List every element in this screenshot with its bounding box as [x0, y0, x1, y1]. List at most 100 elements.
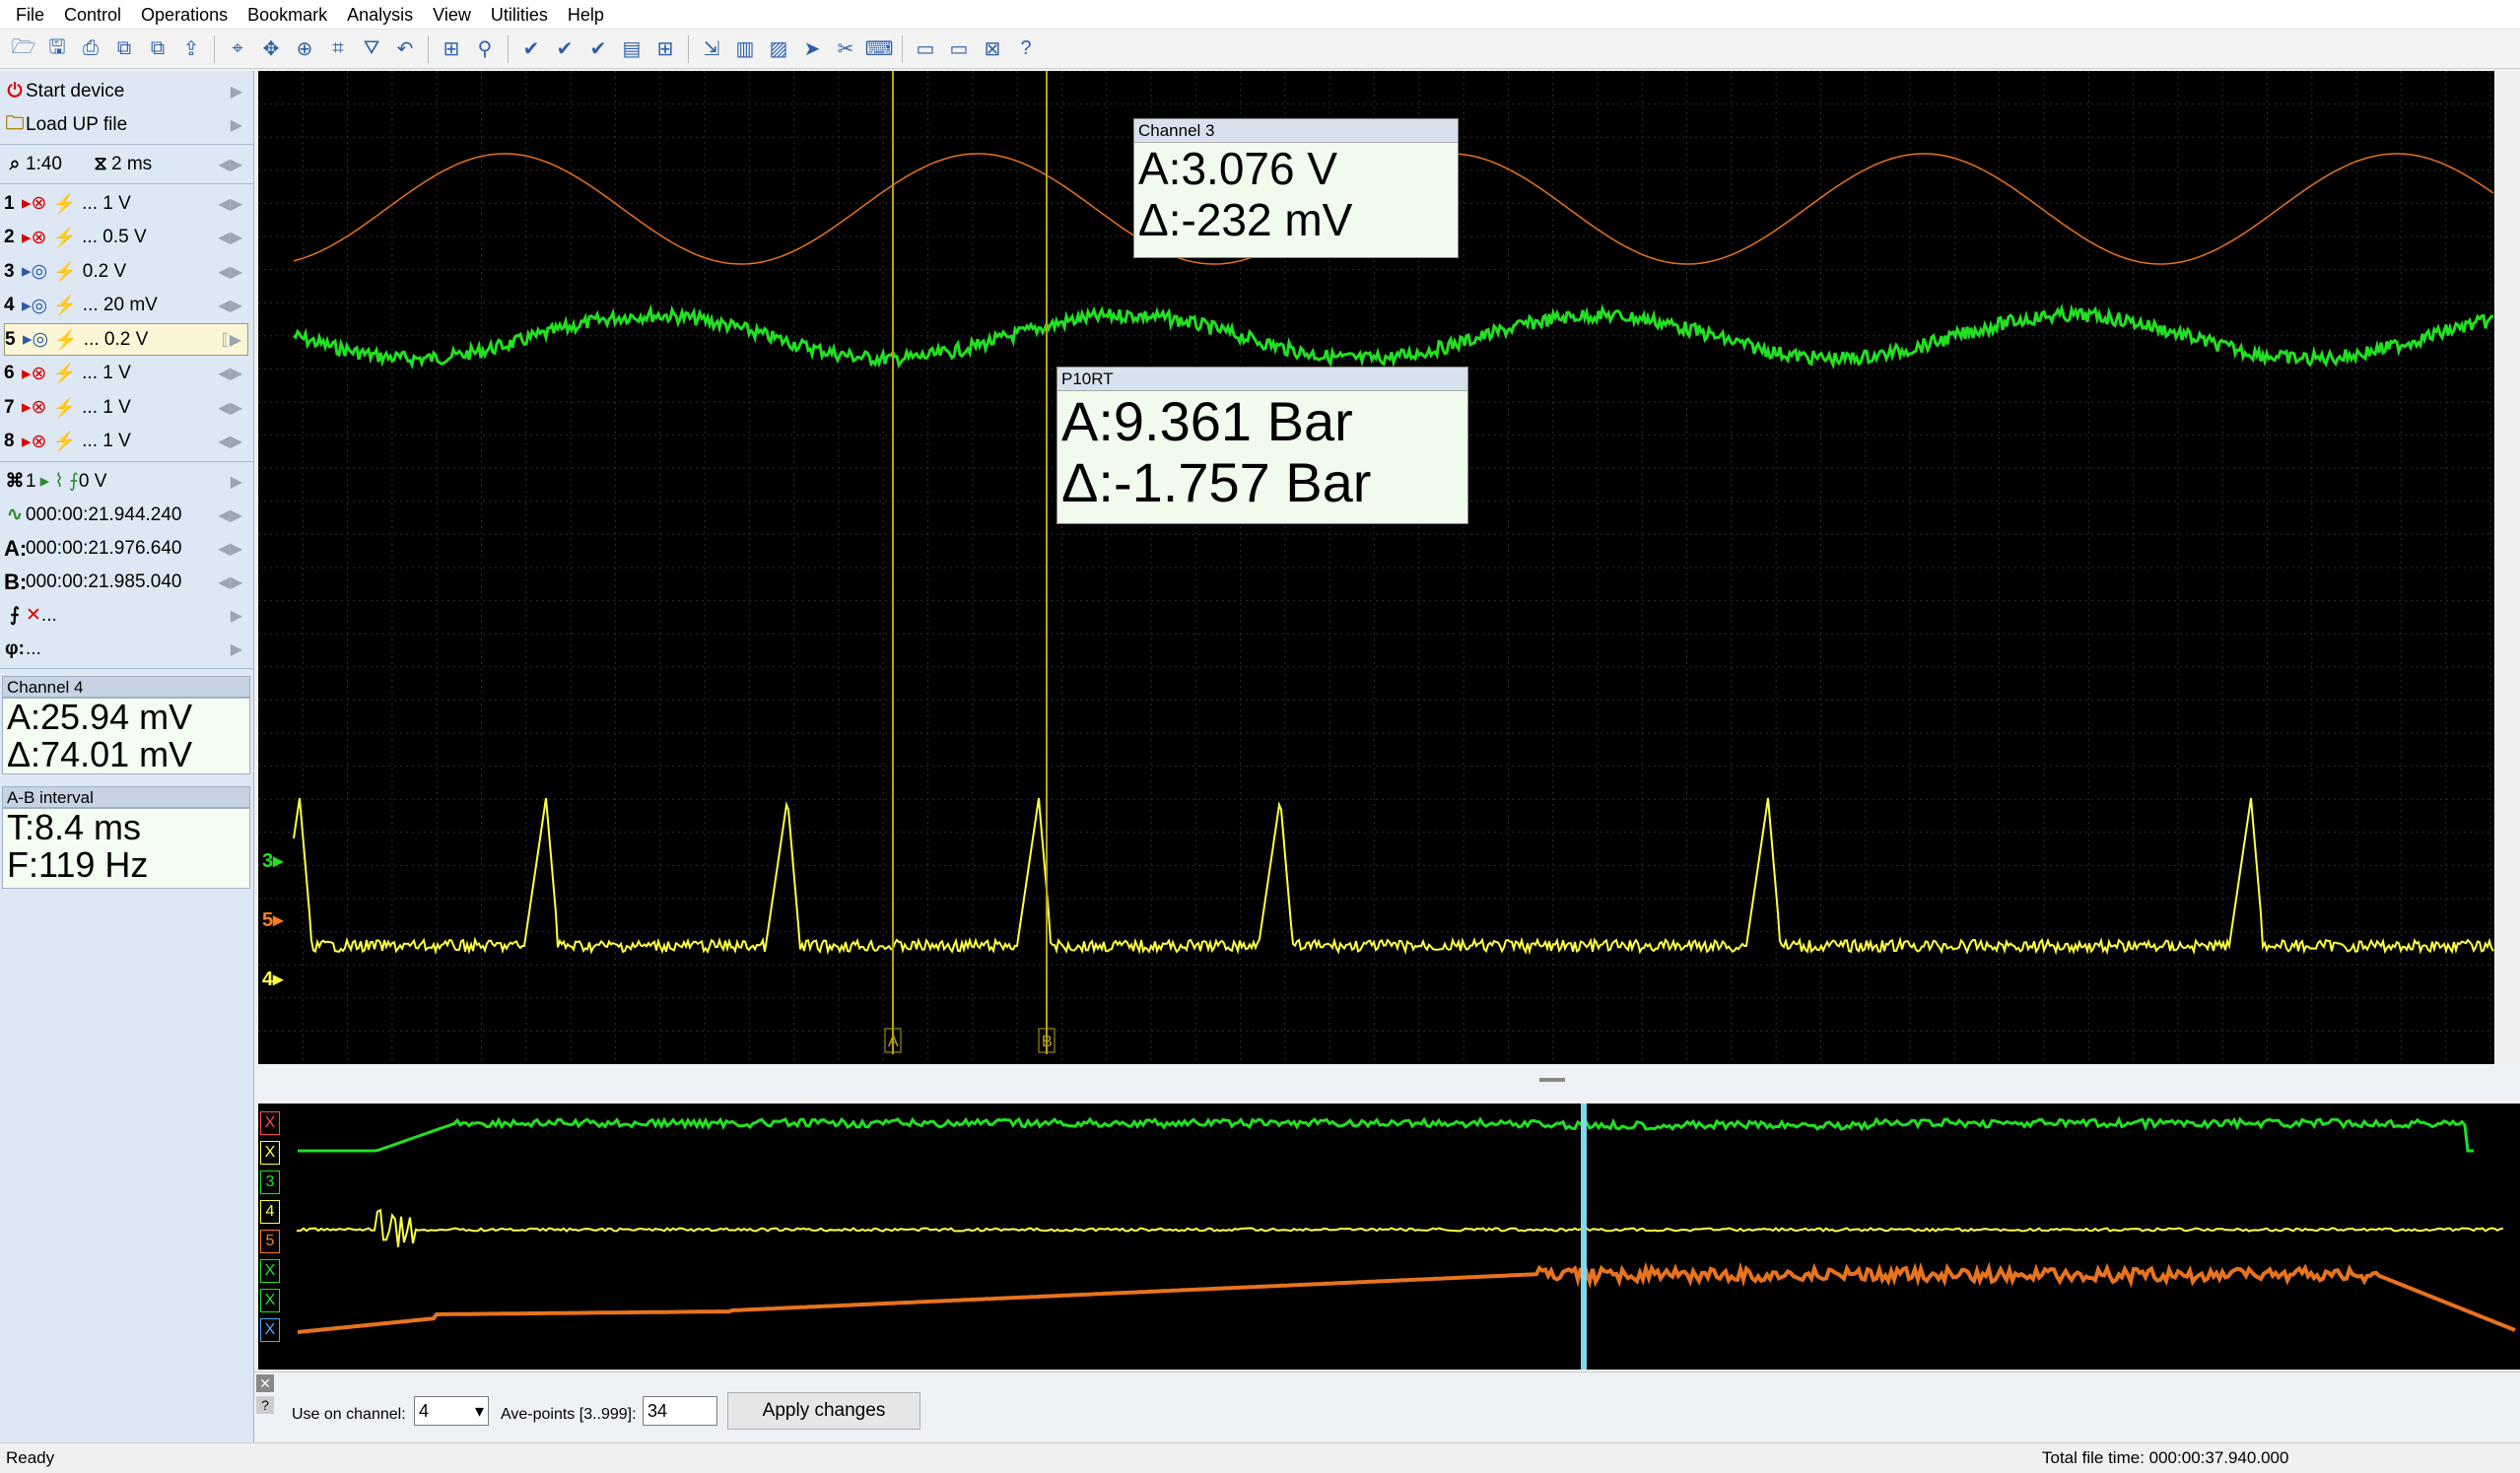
arrows-icon[interactable]: ◀▶ [218, 194, 242, 214]
overview-channel-4[interactable]: 4 [260, 1200, 280, 1224]
channel-select[interactable]: 4 ▾ [414, 1396, 489, 1426]
overview-channel-5[interactable]: 5 [260, 1230, 280, 1253]
channel3-readout[interactable]: Channel 3 A:3.076 V Δ:-232 mV [1133, 118, 1459, 258]
menu-control[interactable]: Control [54, 0, 131, 30]
menu-view[interactable]: View [423, 0, 481, 30]
check-down-icon[interactable]: ✔ [582, 33, 614, 65]
pin-icon[interactable]: ⚲ [469, 33, 501, 65]
p10rt-readout[interactable]: P10RT A:9.361 Bar Δ:-1.757 Bar [1056, 367, 1468, 524]
close-frame-icon[interactable]: ⊠ [977, 33, 1008, 65]
filter-icon[interactable]: ⛛ [356, 33, 387, 65]
channel-on-icon[interactable]: ▸◎ [23, 328, 48, 351]
overview-channel-8[interactable]: X [260, 1318, 280, 1342]
channel-off-icon[interactable]: ▸⊗ [22, 227, 46, 249]
layout-icon[interactable]: ⊞ [436, 33, 467, 65]
cursor-b-row[interactable]: B: 000:00:21.985.040 ◀▶ [4, 566, 248, 598]
menu-bookmark[interactable]: Bookmark [238, 0, 337, 30]
zoom-icon[interactable]: ⊕ [289, 33, 320, 65]
arrow-icon[interactable]: ➤ [796, 33, 828, 65]
channel-off-icon[interactable]: ▸⊗ [22, 431, 46, 453]
overview-channel-3[interactable]: 3 [260, 1171, 280, 1194]
trigger-row[interactable]: ⌘ 1 ▸ ⌇ ⨍ 0 V ▶ [4, 465, 248, 498]
palette-icon[interactable]: ▨ [763, 33, 794, 65]
menu-file[interactable]: File [6, 0, 54, 30]
scale-icon[interactable]: ⇲ [696, 33, 727, 65]
menu-analysis[interactable]: Analysis [337, 0, 423, 30]
math-row[interactable]: ⨍ ✕ ... ▶ [4, 599, 248, 632]
channel-row-1[interactable]: 1 ▸⊗ ⚡ ... 1 V ◀▶ [4, 187, 248, 220]
channel-row-2[interactable]: 2 ▸⊗ ⚡ ... 0.5 V ◀▶ [4, 222, 248, 254]
check-all-icon[interactable]: ✔ [549, 33, 580, 65]
start-device-button[interactable]: ⏻ Start device ▶ [4, 75, 248, 107]
frame-icon[interactable]: ▭ [910, 33, 941, 65]
arrows-icon[interactable]: ◀▶ [218, 228, 242, 247]
channel-row-6[interactable]: 6 ▸⊗ ⚡ ... 1 V ◀▶ [4, 358, 248, 390]
channel-row-7[interactable]: 7 ▸⊗ ⚡ ... 1 V ◀▶ [4, 391, 248, 424]
channel-number: 3 [4, 260, 15, 282]
time-ref-row[interactable]: ∿ 000:00:21.944.240 ◀▶ [4, 499, 248, 531]
coupling-icon[interactable]: ⚡ [52, 192, 76, 216]
cut-icon[interactable]: ✂ [830, 33, 861, 65]
arrows-icon[interactable]: ◀▶ [218, 364, 242, 383]
channel-row-5[interactable]: 5 ▸◎ ⚡... 0.2 V ⟦▶ [4, 323, 248, 356]
phase-row[interactable]: φ: ... ▶ [4, 633, 248, 665]
check-icon[interactable]: ✔ [515, 33, 547, 65]
menu-operations[interactable]: Operations [131, 0, 238, 30]
channel-row-8[interactable]: 8 ▸⊗ ⚡ ... 1 V ◀▶ [4, 426, 248, 458]
coupling-icon[interactable]: ⚡ [53, 260, 77, 284]
channel-on-icon[interactable]: ▸◎ [22, 295, 47, 317]
move-icon[interactable]: ✥ [255, 33, 287, 65]
paste-icon[interactable]: ⧉ [142, 33, 173, 65]
cursor-a-row[interactable]: A: 000:00:21.976.640 ◀▶ [4, 532, 248, 565]
channel-row-3[interactable]: 3 ▸◎ ⚡ 0.2 V ◀▶ [4, 255, 248, 288]
coupling-icon[interactable]: ⚡ [52, 362, 76, 385]
pane-splitter[interactable] [258, 1064, 2520, 1100]
coupling-icon[interactable]: ⚡ [54, 328, 78, 352]
page-icon[interactable]: ▤ [616, 33, 647, 65]
print-icon[interactable]: ⎙ [75, 33, 106, 65]
keyboard-icon[interactable]: ⌨ [863, 33, 895, 65]
arrows-icon[interactable]: ◀▶ [218, 398, 242, 418]
channel-off-icon[interactable]: ▸⊗ [22, 363, 46, 385]
overview-channel-1[interactable]: X [260, 1111, 280, 1135]
ab-interval-title: A-B interval [2, 786, 250, 808]
coupling-icon[interactable]: ⚡ [52, 226, 76, 249]
channel-row-4[interactable]: 4 ▸◎ ⚡... 20 mV ◀▶ [4, 290, 248, 322]
arrows-icon[interactable]: ◀▶ [218, 432, 242, 451]
arrows-icon[interactable]: ◀▶ [218, 296, 242, 315]
copy-icon[interactable]: ⧉ [108, 33, 140, 65]
ave-points-input[interactable]: 34 [643, 1396, 717, 1426]
open-icon[interactable]: 🗁 [8, 33, 39, 65]
apply-changes-button[interactable]: Apply changes [727, 1392, 920, 1430]
close-icon[interactable]: ✕ [256, 1374, 274, 1392]
overview-channel-6[interactable]: X [260, 1259, 280, 1283]
oscilloscope-display[interactable]: A B 3▸ 5▸ 4▸ Channel 3 A:3.076 V Δ:-232 mV P… [258, 71, 2494, 1064]
arrows-icon[interactable]: ◀▶ [218, 262, 242, 282]
channel-number: 1 [4, 192, 15, 214]
coupling-icon[interactable]: ⚡ [52, 396, 76, 420]
channel-on-icon[interactable]: ▸◎ [22, 260, 47, 283]
channel-off-icon[interactable]: ▸⊗ [22, 396, 46, 419]
overview-channel-7[interactable]: X [260, 1289, 280, 1312]
chart-icon[interactable]: ▥ [729, 33, 761, 65]
save-icon[interactable]: 🖫 [41, 33, 73, 65]
overview-channel-2[interactable]: X [260, 1141, 280, 1165]
measure-icon[interactable]: ⌗ [322, 33, 354, 65]
undo-icon[interactable]: ↶ [389, 33, 421, 65]
coupling-icon[interactable]: ⚡ [53, 294, 77, 317]
frame-alt-icon[interactable]: ▭ [943, 33, 975, 65]
help-icon[interactable]: ? [256, 1396, 274, 1414]
channel-off-icon[interactable]: ▸⊗ [22, 192, 46, 215]
export-icon[interactable]: ⇪ [175, 33, 207, 65]
coupling-icon[interactable]: ⚡ [52, 430, 76, 453]
load-file-button[interactable]: 🗀 Load UP file ▶ [4, 108, 248, 141]
menu-help[interactable]: Help [558, 0, 614, 30]
overview-display[interactable]: XX345XXX [258, 1104, 2520, 1370]
cursor-icon[interactable]: ⌖ [222, 33, 253, 65]
arrows-icon[interactable]: ⟦▶ [222, 330, 241, 350]
help-icon[interactable]: ? [1010, 33, 1042, 65]
status-text: Ready [6, 1448, 55, 1467]
menu-utilities[interactable]: Utilities [481, 0, 558, 30]
grid-icon[interactable]: ⊞ [649, 33, 681, 65]
zoom-timebase-row[interactable]: ⌕ 1:40 ⧖ 2 ms ◀▶ [4, 148, 248, 180]
